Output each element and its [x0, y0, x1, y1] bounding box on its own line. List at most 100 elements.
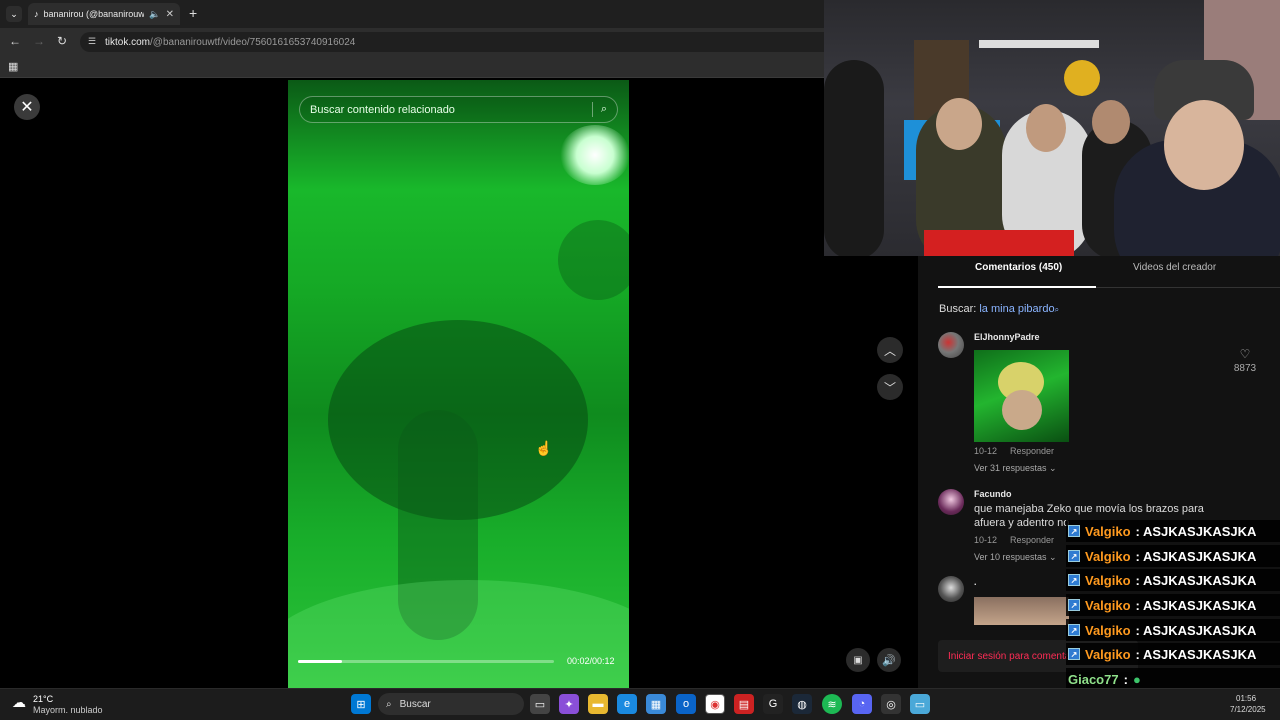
spotify-icon[interactable]: ≋ [822, 694, 842, 714]
logitech-icon[interactable]: G [763, 694, 783, 714]
chat-message-text: : ASJKASJKASJKA [1135, 523, 1257, 539]
chat-badge-icon: ↗ [1068, 648, 1080, 660]
search-query-link[interactable]: la mina pibardo [979, 303, 1054, 315]
new-tab-plus-icon[interactable]: + [189, 5, 197, 21]
chat-message: ↗ Valgiko: ASJKASJKASJKA [1066, 619, 1280, 641]
chat-username: Valgiko [1085, 622, 1131, 638]
chat-message: ↗ Valgiko: ASJKASJKASJKA [1066, 545, 1280, 567]
clock-time: 01:56 [1236, 694, 1257, 703]
hand-cursor-icon: ☝ [535, 440, 553, 456]
chat-badge-icon: ↗ [1068, 525, 1080, 537]
weather-cloud-icon[interactable]: ☁ [12, 694, 26, 711]
chat-message-text: : ASJKASJKASJKA [1135, 622, 1257, 638]
comment-username[interactable]: ElJhonnyPadre [974, 332, 1040, 342]
chat-message-text: : ASJKASJKASJKA [1135, 646, 1257, 662]
store-icon[interactable]: ▦ [646, 694, 666, 714]
view-replies-link[interactable]: Ver 10 respuestas ⌄ [974, 552, 1057, 563]
chat-message-text: : ASJKASJKASJKA [1135, 572, 1257, 588]
apps-grid-icon[interactable]: ▦ [8, 60, 18, 73]
tab-comments[interactable]: Comentarios (450) [975, 262, 1062, 273]
video-progress-fill [298, 660, 342, 663]
bookmarks-bar [0, 56, 824, 78]
chat-badge-icon: ↗ [1068, 550, 1080, 562]
heart-icon[interactable]: ♡ [1230, 347, 1260, 361]
tab-active-indicator [938, 286, 1096, 288]
chat-message-text: : ASJKASJKASJKA [1135, 597, 1257, 613]
comment-username[interactable]: Facundo [974, 489, 1012, 499]
chat-message-text: : ASJKASJKASJKA [1135, 548, 1257, 564]
chat-badge-icon: ↗ [1068, 624, 1080, 636]
comment-search-suggestion[interactable]: Buscar: la mina pibardo⌕ [939, 303, 1059, 315]
chat-username: Giaco77 [1068, 671, 1119, 687]
chat-message: ↗ Valgiko: ASJKASJKASJKA [1066, 520, 1280, 542]
speaker-icon[interactable]: 🔈 [149, 9, 160, 20]
login-text: Iniciar sesión para comentar [948, 650, 1074, 662]
chat-message: ↗ Valgiko: ASJKASJKASJKA [1066, 594, 1280, 616]
related-search-placeholder: Buscar contenido relacionado [310, 103, 455, 116]
copilot-icon[interactable]: ✦ [559, 694, 579, 714]
like-count: 8873 [1233, 363, 1257, 374]
edge-browser-icon[interactable]: e [617, 694, 637, 714]
discord-icon[interactable]: ◔ [852, 694, 872, 714]
search-prefix: Buscar: [939, 303, 977, 315]
chat-message: ↗ Valgiko: ASJKASJKASJKA [1066, 643, 1280, 665]
tab-creator-videos[interactable]: Videos del creador [1133, 262, 1216, 273]
tiktok-favicon-icon: ♪ [34, 9, 39, 19]
chat-username: Valgiko [1085, 548, 1131, 564]
chevron-up-icon[interactable]: ︿ [877, 337, 903, 363]
chat-message: ↗ Valgiko: ASJKASJKASJKA [1066, 569, 1280, 591]
file-explorer-icon[interactable]: ▬ [588, 694, 608, 714]
steam-icon[interactable]: ◍ [792, 694, 812, 714]
chat-username: Valgiko [1085, 597, 1131, 613]
search-icon: ⌕ [1054, 305, 1060, 314]
url-domain: tiktok.com [105, 36, 151, 48]
comment-gif-image[interactable] [974, 350, 1069, 442]
comment-username[interactable]: . [974, 577, 977, 587]
pip-icon[interactable]: ▣ [846, 648, 870, 672]
volume-icon[interactable]: 🔊 [877, 648, 901, 672]
outlook-icon[interactable]: o [676, 694, 696, 714]
avatar[interactable] [938, 332, 964, 358]
comment-date: 10-12 [974, 446, 998, 456]
related-content-search-input[interactable]: Buscar contenido relacionado ⌕ [299, 96, 618, 123]
weather-temp: 21°C [33, 694, 54, 704]
forward-arrow-icon[interactable]: → [33, 34, 45, 48]
tab-title: bananirou (@bananirouwtf [43, 9, 145, 19]
windows-start-icon[interactable]: ⊞ [351, 694, 371, 714]
app-window-icon[interactable]: ▭ [910, 694, 930, 714]
chat-username: Valgiko [1085, 523, 1131, 539]
browser-tab-active[interactable]: ♪ bananirou (@bananirouwtf 🔈 ✕ [28, 3, 180, 25]
search-icon: ⌕ [386, 698, 392, 710]
chevron-down-icon[interactable]: ﹀ [877, 374, 903, 400]
chat-message: Giaco77: ● [1066, 668, 1280, 690]
reply-button[interactable]: Responder [1010, 535, 1054, 545]
obs-icon[interactable]: ◎ [881, 694, 901, 714]
view-replies-link[interactable]: Ver 31 respuestas ⌄ [974, 463, 1057, 474]
weather-description: Mayorm. nublado [33, 705, 103, 715]
video-player[interactable] [288, 80, 629, 688]
taskbar-search-input[interactable]: ⌕ Buscar [378, 693, 524, 715]
avatar[interactable] [938, 576, 964, 602]
windows-taskbar [0, 688, 1280, 720]
webcam-overlay [824, 0, 1280, 256]
video-time: 00:02/00:12 [567, 656, 615, 666]
reload-icon[interactable]: ↻ [57, 34, 67, 48]
tab-close-icon[interactable]: ✕ [166, 9, 180, 20]
chrome-icon[interactable]: ◉ [705, 694, 725, 714]
comment-date: 10-12 [974, 535, 998, 545]
clock-date: 7/12/2025 [1230, 705, 1266, 714]
back-arrow-icon[interactable]: ← [9, 34, 21, 48]
chat-emote-icon: ● [1132, 671, 1141, 687]
tab-list-chevron-icon[interactable]: ⌄ [6, 6, 22, 22]
reply-button[interactable]: Responder [1010, 446, 1054, 456]
avatar[interactable] [938, 489, 964, 515]
chat-message-text: : [1123, 671, 1128, 687]
site-info-icon[interactable]: ☰ [88, 36, 96, 47]
app-icon[interactable]: ▤ [734, 694, 754, 714]
close-video-button[interactable]: ✕ [14, 94, 40, 120]
address-bar[interactable]: tiktok.com/@bananirouwtf/video/756016165… [80, 32, 824, 52]
task-view-icon[interactable]: ▭ [530, 694, 550, 714]
url-path: /@bananirouwtf/video/7560161653740916024 [150, 36, 356, 48]
comment-image[interactable] [974, 597, 1069, 625]
search-icon[interactable]: ⌕ [601, 103, 607, 116]
